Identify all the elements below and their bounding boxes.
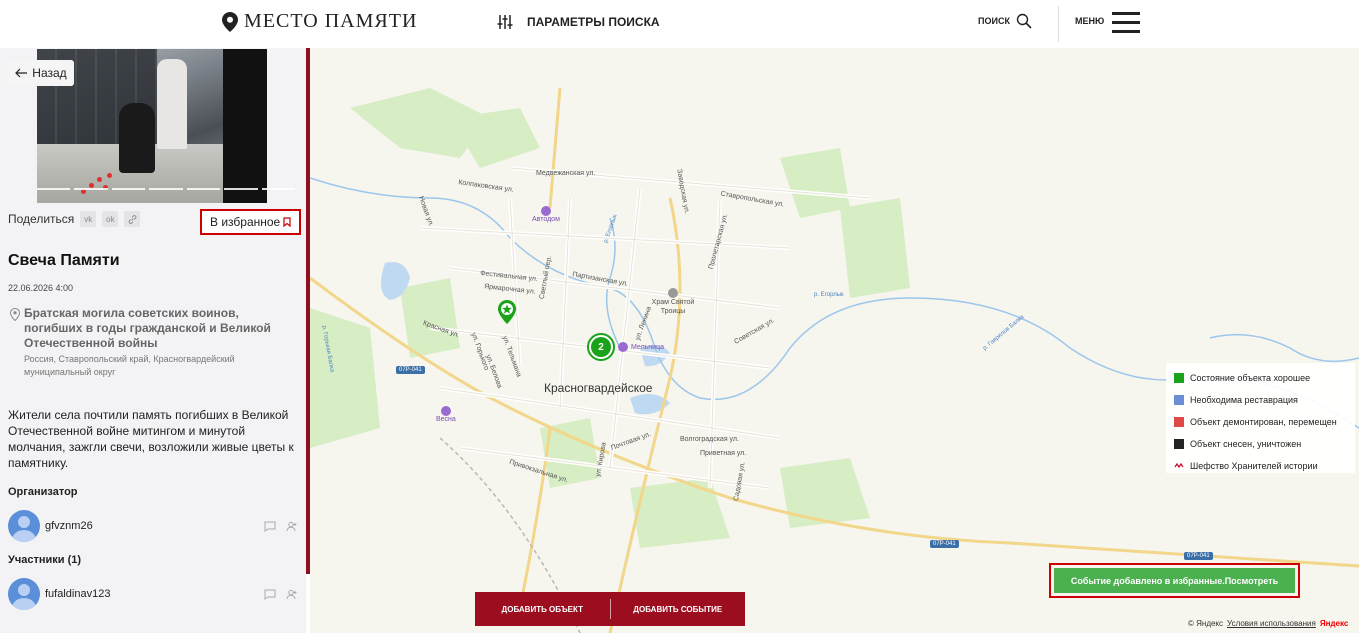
map-view[interactable]: Красногвардейское Медвежанская ул. Колпа…: [310, 48, 1359, 633]
add-to-favorites-button[interactable]: В избранное: [200, 209, 301, 235]
map-legend: Состояние объекта хорошее Необходима рес…: [1166, 363, 1355, 473]
poi-church[interactable]: Храм Святой Троицы: [648, 288, 698, 316]
search-button[interactable]: ПОИСК: [978, 13, 1032, 29]
avatar: [8, 510, 40, 542]
header-divider: [1058, 6, 1059, 42]
road-badge: 07Р-041: [1184, 552, 1213, 560]
poi-mill[interactable]: Мельница: [618, 342, 664, 352]
copyright-text: © Яндекс: [1188, 619, 1224, 628]
event-place[interactable]: Братская могила советских воинов, погибш…: [10, 306, 294, 379]
poi-autodom[interactable]: Автодом: [532, 206, 560, 223]
legend-label: Объект демонтирован, перемещен: [1190, 417, 1337, 427]
terms-link[interactable]: Условия использования: [1227, 619, 1316, 628]
message-icon[interactable]: [264, 521, 276, 532]
ok-share-icon[interactable]: ok: [102, 211, 119, 227]
share-row: Поделиться vk ok: [8, 211, 141, 227]
share-label: Поделиться: [8, 212, 75, 226]
star-pin-icon: [498, 300, 516, 324]
poi-label: Храм Святой Троицы: [651, 299, 695, 315]
map-street-label: Приветная ул.: [700, 450, 747, 457]
link-share-icon[interactable]: [124, 211, 141, 227]
legend-item: Состояние объекта хорошее: [1174, 367, 1355, 389]
legend-item: Необходима реставрация: [1174, 389, 1355, 411]
event-sidebar: Назад Поделиться vk ok В избранное Свеча…: [0, 48, 306, 633]
search-params-button[interactable]: ПАРАМЕТРЫ ПОИСКА: [497, 14, 660, 30]
photo-pager[interactable]: [37, 188, 295, 190]
yandex-logo[interactable]: Яндекс: [1320, 619, 1348, 628]
place-region: Россия, Ставропольский край, Красногвард…: [24, 354, 235, 377]
legend-label: Состояние объекта хорошее: [1190, 373, 1311, 383]
search-icon: [1016, 13, 1032, 29]
poi-label: Весна: [436, 416, 456, 423]
menu-button[interactable]: МЕНЮ: [1075, 12, 1141, 39]
patronage-icon: [1174, 462, 1184, 469]
favorite-toast[interactable]: Событие добавлено в избранные.Посмотреть: [1054, 568, 1295, 593]
hamburger-icon: [1112, 12, 1141, 39]
cluster-marker[interactable]: 2: [587, 333, 615, 361]
legend-label: Необходима реставрация: [1190, 395, 1298, 405]
map-pin-icon: [222, 11, 238, 32]
organizer-row[interactable]: gfvznm26: [8, 510, 298, 542]
map-city-label: Красногвардейское: [544, 381, 653, 395]
road-badge: 07Р-041: [930, 540, 959, 548]
menu-label: МЕНЮ: [1075, 16, 1105, 26]
add-event-button[interactable]: ДОБАВИТЬ СОБЫТИЕ: [611, 605, 746, 614]
map-street-label: Волгоградская ул.: [680, 436, 739, 443]
vk-share-icon[interactable]: vk: [80, 211, 97, 227]
legend-swatch: [1174, 395, 1184, 405]
map-attribution: © Яндекс Условия использования Яндекс: [1188, 619, 1348, 628]
event-title: Свеча Памяти: [8, 252, 120, 269]
arrow-left-icon: [15, 68, 28, 78]
participants-heading: Участники (1): [8, 554, 82, 566]
event-date: 22.06.2026 4:00: [8, 283, 74, 293]
poi-label: Автодом: [532, 216, 560, 223]
add-object-button[interactable]: ДОБАВИТЬ ОБЪЕКТ: [475, 605, 610, 614]
participant-row[interactable]: fufaldinav123: [8, 578, 298, 610]
place-name[interactable]: Братская могила советских воинов, погибш…: [24, 306, 294, 351]
search-label: ПОИСК: [978, 16, 1010, 26]
legend-item: Шефство Хранителей истории: [1174, 455, 1355, 477]
back-label: Назад: [32, 66, 67, 80]
legend-item: Объект демонтирован, перемещен: [1174, 411, 1355, 433]
river-label: р. Егорлык: [814, 292, 844, 298]
map-canvas[interactable]: [310, 48, 1359, 633]
logo-text: МЕСТО ПАМЯТИ: [244, 10, 418, 32]
avatar: [8, 578, 40, 610]
favorite-toast-frame: Событие добавлено в избранные.Посмотреть: [1049, 563, 1300, 598]
back-button[interactable]: Назад: [8, 60, 74, 86]
sliders-icon: [497, 15, 513, 29]
add-friend-icon[interactable]: [286, 521, 298, 532]
top-header: МЕСТО ПАМЯТИ ПАРАМЕТРЫ ПОИСКА ПОИСК МЕНЮ: [0, 0, 1359, 48]
cluster-count: 2: [591, 337, 611, 357]
legend-label: Шефство Хранителей истории: [1190, 461, 1318, 471]
legend-label: Объект снесен, уничтожен: [1190, 439, 1302, 449]
organizer-name[interactable]: gfvznm26: [45, 520, 264, 532]
map-street-label: Медвежанская ул.: [536, 170, 596, 177]
event-description: Жители села почтили память погибших в Ве…: [8, 408, 294, 470]
organizer-heading: Организатор: [8, 486, 78, 498]
legend-swatch: [1174, 373, 1184, 383]
favorites-label: В избранное: [210, 215, 281, 229]
add-friend-icon[interactable]: [286, 589, 298, 600]
location-icon: [10, 308, 20, 321]
legend-swatch: [1174, 439, 1184, 449]
site-logo[interactable]: МЕСТО ПАМЯТИ: [222, 10, 417, 33]
poi-label: Мельница: [631, 343, 664, 351]
legend-swatch: [1174, 417, 1184, 427]
participant-name[interactable]: fufaldinav123: [45, 588, 264, 600]
search-params-label: ПАРАМЕТРЫ ПОИСКА: [527, 15, 660, 29]
map-actions: ДОБАВИТЬ ОБЪЕКТ ДОБАВИТЬ СОБЫТИЕ: [475, 592, 745, 626]
road-badge: 07Р-041: [396, 366, 425, 374]
poi-vesna[interactable]: Весна: [436, 406, 456, 423]
legend-item: Объект снесен, уничтожен: [1174, 433, 1355, 455]
memorial-marker[interactable]: [498, 300, 516, 329]
bookmark-icon: [283, 217, 291, 227]
message-icon[interactable]: [264, 589, 276, 600]
